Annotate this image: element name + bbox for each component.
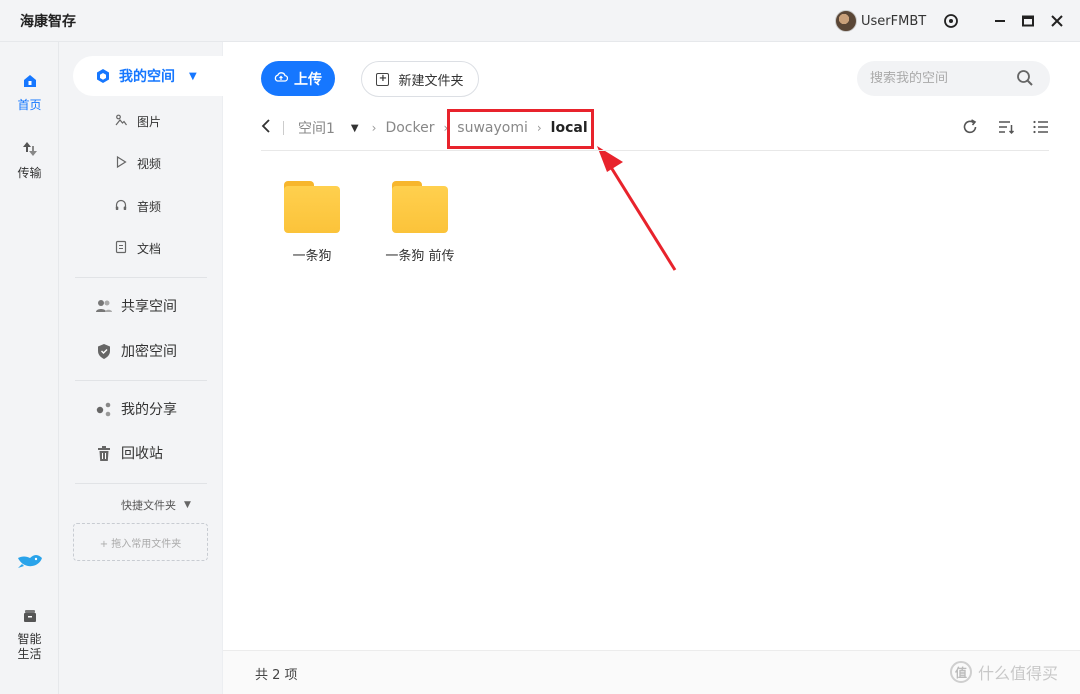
rail-label-home: 首页 [17,98,42,112]
folder-item[interactable]: 一条狗 前传 [370,181,470,264]
breadcrumb-space[interactable]: 空间1 [298,118,335,138]
maximize-icon[interactable] [1018,11,1038,31]
rail-item-home[interactable]: 首页 [0,72,59,113]
nav-item-label: 回收站 [121,446,163,462]
nav-divider [75,380,207,381]
nav-item-label: 共享空间 [121,299,177,315]
cloud-upload-icon [274,71,289,87]
rail-item-smart-life[interactable]: 智能 生活 [0,608,59,662]
headphones-icon [113,198,129,215]
folder-icon [284,181,340,233]
folder-name: 一条狗 前传 [385,249,455,264]
picture-icon [113,113,129,130]
list-view-icon[interactable] [1032,118,1050,136]
app-title: 海康智存 [20,14,76,30]
search-icon[interactable] [1016,69,1034,91]
breadcrumb-docker[interactable]: Docker [385,120,434,136]
nav-item-label: 音频 [137,200,162,214]
nav-item-videos[interactable]: 视频 [113,155,161,172]
user-name[interactable]: UserFMBT [861,14,926,29]
upload-label: 上传 [294,71,322,88]
nav-item-encrypted-space[interactable]: 加密空间 [95,341,177,361]
nav-my-space[interactable]: 我的空间 ▼ [73,56,223,96]
quick-folder-dropzone[interactable]: + 拖入常用文件夹 [73,523,208,561]
nav-item-label: 视频 [137,157,162,171]
new-folder-label: 新建文件夹 [398,73,464,89]
nav-item-recycle-bin[interactable]: 回收站 [95,443,163,463]
chevron-down-icon[interactable]: ▼ [189,71,197,82]
watermark-text: 什么值得买 [978,664,1059,683]
sort-icon[interactable] [997,118,1015,136]
my-space-icon [97,69,109,83]
search-box[interactable] [857,61,1050,96]
settings-target-icon[interactable] [941,11,961,31]
document-icon [113,240,129,257]
breadcrumb-divider [283,121,284,135]
rail-item-transfer[interactable]: 传输 [0,140,59,181]
nav-item-pictures[interactable]: 图片 [113,113,161,130]
refresh-icon[interactable] [961,118,979,136]
nav-item-label: 我的分享 [121,402,177,418]
quick-folders-label: 快捷文件夹 [121,499,176,512]
new-folder-button[interactable]: + 新建文件夹 [361,61,479,97]
back-icon[interactable] [261,118,271,138]
chevron-right-icon: › [371,121,377,135]
rail-label-transfer: 传输 [17,166,42,180]
watermark-badge: 值 [950,661,972,683]
play-icon [113,155,129,172]
nav-item-label: 图片 [137,115,162,129]
nav-item-documents[interactable]: 文档 [113,240,161,257]
chevron-down-icon: ▼ [184,500,191,510]
box-icon [23,610,36,622]
rail-label-smart-2: 生活 [17,647,42,661]
search-input[interactable] [870,71,1010,86]
folder-name: 一条狗 [292,249,332,264]
shield-icon [95,342,113,360]
nav-item-my-share[interactable]: 我的分享 [95,399,177,419]
users-icon [95,297,113,315]
rail-label-smart-1: 智能 [17,632,42,646]
folder-icon [392,181,448,233]
whale-logo[interactable] [0,550,59,574]
nav-item-label: 文档 [137,242,162,256]
close-icon[interactable] [1047,11,1067,31]
nav-item-audio[interactable]: 音频 [113,198,161,215]
trash-icon [95,444,113,462]
nav-item-shared-space[interactable]: 共享空间 [95,296,177,316]
main-content: 上传 + 新建文件夹 空间1 ▼ › Docker › suwayomi › l… [223,42,1080,694]
annotation-arrow [597,146,677,271]
toolbar-divider [261,150,1049,151]
left-rail: 首页 传输 智能 生活 [0,42,59,694]
add-folder-icon: + [376,72,390,86]
watermark: 值 什么值得买 [950,660,1058,684]
upload-button[interactable]: 上传 [261,61,335,96]
nav-my-space-label: 我的空间 [119,69,175,85]
nav-item-label: 加密空间 [121,344,177,360]
nav-divider [75,277,207,278]
minimize-icon[interactable] [990,11,1010,31]
home-icon [23,75,36,87]
avatar[interactable] [835,10,857,32]
transfer-icon [22,142,37,156]
folder-item[interactable]: 一条狗 [262,181,362,264]
caret-down-icon[interactable]: ▼ [351,123,359,134]
nav-panel: 我的空间 ▼ 图片 视频 音频 文档 共享空间 加密空间 我的分享 回收站 快捷… [59,42,223,694]
title-bar: 海康智存 UserFMBT [0,0,1080,42]
item-count: 共 2 项 [255,668,298,683]
whale-icon [17,555,42,568]
nav-divider [75,483,207,484]
share-icon [95,400,113,418]
annotation-highlight-box [447,109,594,149]
quick-folders-toggle[interactable]: 快捷文件夹 ▼ [121,497,191,513]
user-menu[interactable]: UserFMBT [835,10,926,32]
